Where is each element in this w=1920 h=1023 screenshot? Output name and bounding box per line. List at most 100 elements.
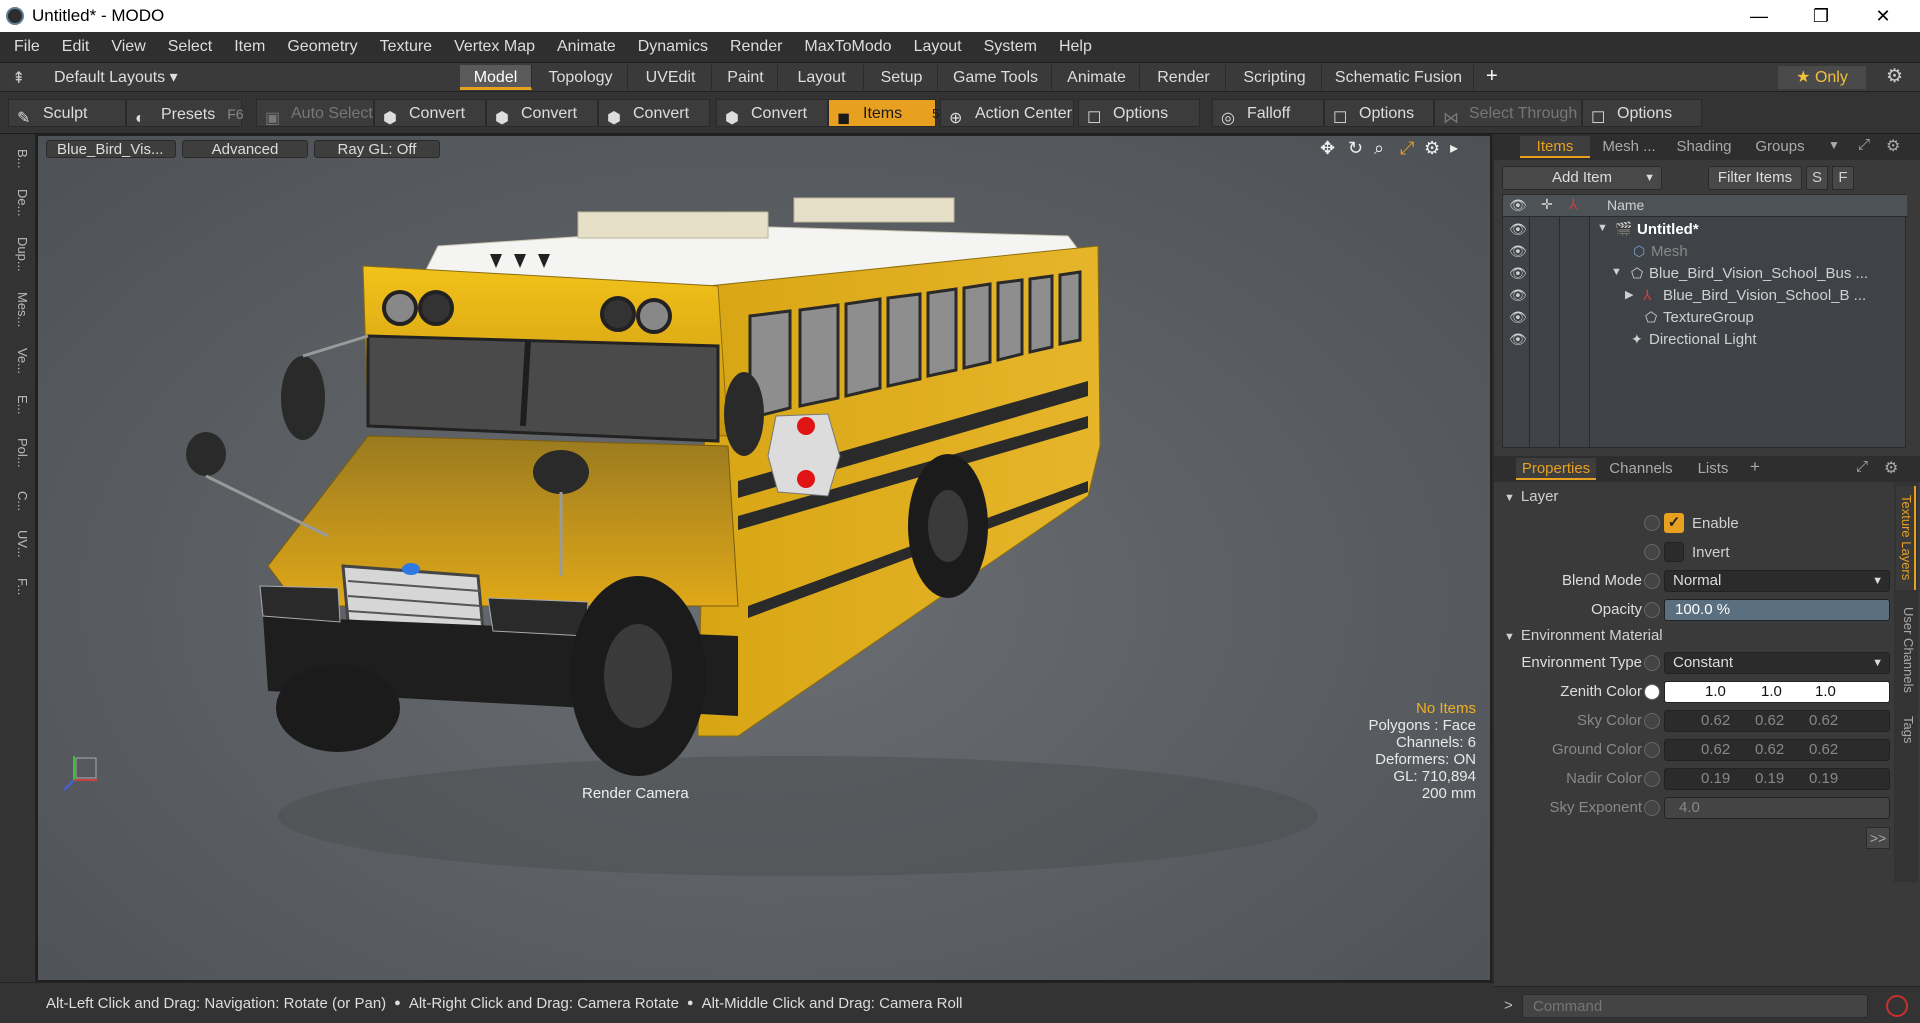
env-type-dropdown[interactable]: Constant ▼ xyxy=(1664,652,1890,674)
menu-select[interactable]: Select xyxy=(168,38,212,56)
invert-anim-dot[interactable] xyxy=(1644,544,1660,560)
opacity-field[interactable]: 100.0 % xyxy=(1664,599,1890,621)
panel-gear-icon[interactable]: ⚙ xyxy=(1886,136,1900,156)
left-tab-b[interactable]: B... xyxy=(6,142,30,176)
menu-maxtomodo[interactable]: MaxToModo xyxy=(804,38,891,56)
panel-gear-icon[interactable]: ⚙ xyxy=(1884,458,1898,478)
menu-animate[interactable]: Animate xyxy=(557,38,616,56)
zenith-anim-dot[interactable] xyxy=(1644,684,1660,700)
menu-dynamics[interactable]: Dynamics xyxy=(638,38,708,56)
tree-row-directional-light[interactable]: 👁 ✦ Directional Light xyxy=(1503,329,1907,351)
menu-render[interactable]: Render xyxy=(730,38,782,56)
zenith-color-field[interactable]: 1.0 1.0 1.0 xyxy=(1664,681,1890,703)
convert-button-1[interactable]: ⬢ Convert xyxy=(374,99,486,127)
menu-item[interactable]: Item xyxy=(234,38,265,56)
invert-checkbox[interactable] xyxy=(1664,542,1684,562)
convert-button-4[interactable]: ⬢ Convert xyxy=(716,99,828,127)
side-tab-tags[interactable]: Tags xyxy=(1896,710,1916,750)
add-tab-button[interactable]: + xyxy=(1486,65,1498,88)
left-tab-c[interactable]: C... xyxy=(6,484,30,518)
left-tab-e[interactable]: E... xyxy=(6,388,30,422)
tab-animate[interactable]: Animate xyxy=(1054,65,1140,90)
tab-items[interactable]: Items xyxy=(1520,136,1590,158)
opacity-anim-dot[interactable] xyxy=(1644,602,1660,618)
maximize-button[interactable]: ❐ xyxy=(1792,0,1850,32)
close-button[interactable]: ✕ xyxy=(1854,0,1912,32)
sculpt-button[interactable]: ✎ Sculpt xyxy=(8,99,126,127)
eye-icon[interactable]: 👁 xyxy=(1509,309,1527,326)
left-tab-f[interactable]: F... xyxy=(6,570,30,604)
eye-icon[interactable]: 👁 xyxy=(1509,221,1527,238)
tab-model[interactable]: Model xyxy=(460,65,532,90)
sky-color-field[interactable]: 0.62 0.62 0.62 xyxy=(1664,710,1890,732)
more-button[interactable]: >> xyxy=(1866,827,1890,849)
gear-icon[interactable]: ⚙ xyxy=(1886,65,1903,88)
env-type-anim-dot[interactable] xyxy=(1644,655,1660,671)
sky-exponent-field[interactable]: 4.0 xyxy=(1664,797,1890,819)
minimize-button[interactable]: — xyxy=(1730,0,1788,32)
menu-layout[interactable]: Layout xyxy=(914,38,962,56)
filter-items-button[interactable]: Filter Items xyxy=(1708,166,1802,190)
tab-shading[interactable]: Shading xyxy=(1668,136,1740,158)
menu-geometry[interactable]: Geometry xyxy=(287,38,357,56)
ground-color-field[interactable]: 0.62 0.62 0.62 xyxy=(1664,739,1890,761)
left-tab-pol[interactable]: Pol... xyxy=(6,430,30,476)
expand-icon[interactable]: ⤢ xyxy=(1856,458,1868,475)
select-through-button[interactable]: ⋈ Select Through xyxy=(1434,99,1582,127)
left-tab-mes[interactable]: Mes... xyxy=(6,286,30,334)
tab-game-tools[interactable]: Game Tools xyxy=(940,65,1052,90)
tree-row-untitled[interactable]: 👁 ▼ 🎬 Untitled* xyxy=(1503,219,1907,241)
tab-render[interactable]: Render xyxy=(1142,65,1226,90)
sky-anim-dot[interactable] xyxy=(1644,713,1660,729)
eye-icon[interactable]: 👁 xyxy=(1509,331,1527,348)
layout-switcher-icon[interactable]: ⇞ xyxy=(12,68,25,88)
default-layouts-dropdown[interactable]: Default Layouts ▾ xyxy=(54,67,178,87)
tree-row-texturegroup[interactable]: 👁 ⬠ TextureGroup xyxy=(1503,307,1907,329)
action-center-button[interactable]: ⊕ Action Center xyxy=(940,99,1074,127)
side-tab-user-channels[interactable]: User Channels xyxy=(1896,598,1916,702)
nadir-anim-dot[interactable] xyxy=(1644,771,1660,787)
falloff-button[interactable]: ◎ Falloff xyxy=(1212,99,1324,127)
options-button-3[interactable]: ☐ Options xyxy=(1582,99,1702,127)
presets-button[interactable]: ◐ Presets F6 xyxy=(126,99,244,127)
menu-vertex-map[interactable]: Vertex Map xyxy=(454,38,535,56)
tab-schematic-fusion[interactable]: Schematic Fusion xyxy=(1324,65,1474,90)
tab-scripting[interactable]: Scripting xyxy=(1228,65,1322,90)
convert-button-2[interactable]: ⬢ Convert xyxy=(486,99,598,127)
tab-mesh[interactable]: Mesh ... xyxy=(1594,136,1664,158)
tab-uvedit[interactable]: UVEdit xyxy=(630,65,712,90)
menu-system[interactable]: System xyxy=(984,38,1037,56)
record-icon[interactable] xyxy=(1886,995,1908,1017)
eye-icon[interactable]: 👁 xyxy=(1509,265,1527,282)
only-toggle[interactable]: ★ Only xyxy=(1778,66,1866,89)
tab-topology[interactable]: Topology xyxy=(534,65,628,90)
section-layer[interactable]: ▼ Layer xyxy=(1504,488,1558,505)
menu-edit[interactable]: Edit xyxy=(62,38,90,56)
auto-select-button[interactable]: ▣ Auto Select xyxy=(256,99,374,127)
expand-arrow-icon[interactable]: ▼ xyxy=(1597,222,1608,234)
options-button-1[interactable]: ☐ Options xyxy=(1078,99,1200,127)
command-input[interactable] xyxy=(1522,994,1868,1018)
left-tab-uv[interactable]: UV... xyxy=(6,526,30,562)
items-mode-button[interactable]: ◼ Items 5 xyxy=(828,99,939,127)
ground-anim-dot[interactable] xyxy=(1644,742,1660,758)
add-item-button[interactable]: Add Item ▼ xyxy=(1502,166,1662,190)
enable-anim-dot[interactable] xyxy=(1644,515,1660,531)
left-tab-dup[interactable]: Dup... xyxy=(6,230,30,278)
skyexp-anim-dot[interactable] xyxy=(1644,800,1660,816)
tab-properties[interactable]: Properties xyxy=(1516,458,1596,480)
side-tab-texture-layers[interactable]: Texture Layers xyxy=(1896,486,1916,590)
eye-icon[interactable]: 👁 xyxy=(1509,243,1527,260)
menu-view[interactable]: View xyxy=(111,38,145,56)
blend-mode-dropdown[interactable]: Normal ▼ xyxy=(1664,570,1890,592)
nadir-color-field[interactable]: 0.19 0.19 0.19 xyxy=(1664,768,1890,790)
tab-groups[interactable]: Groups xyxy=(1744,136,1816,158)
add-tab-button[interactable]: + xyxy=(1750,457,1760,477)
menu-texture[interactable]: Texture xyxy=(380,38,432,56)
tab-layout[interactable]: Layout xyxy=(780,65,864,90)
options-button-2[interactable]: ☐ Options xyxy=(1324,99,1434,127)
tree-row-bus-locator[interactable]: 👁 ▶ ⅄ Blue_Bird_Vision_School_B ... xyxy=(1503,285,1907,307)
convert-button-3[interactable]: ⬢ Convert xyxy=(598,99,710,127)
blend-anim-dot[interactable] xyxy=(1644,573,1660,589)
collapse-arrow-icon[interactable]: ▶ xyxy=(1625,288,1633,301)
